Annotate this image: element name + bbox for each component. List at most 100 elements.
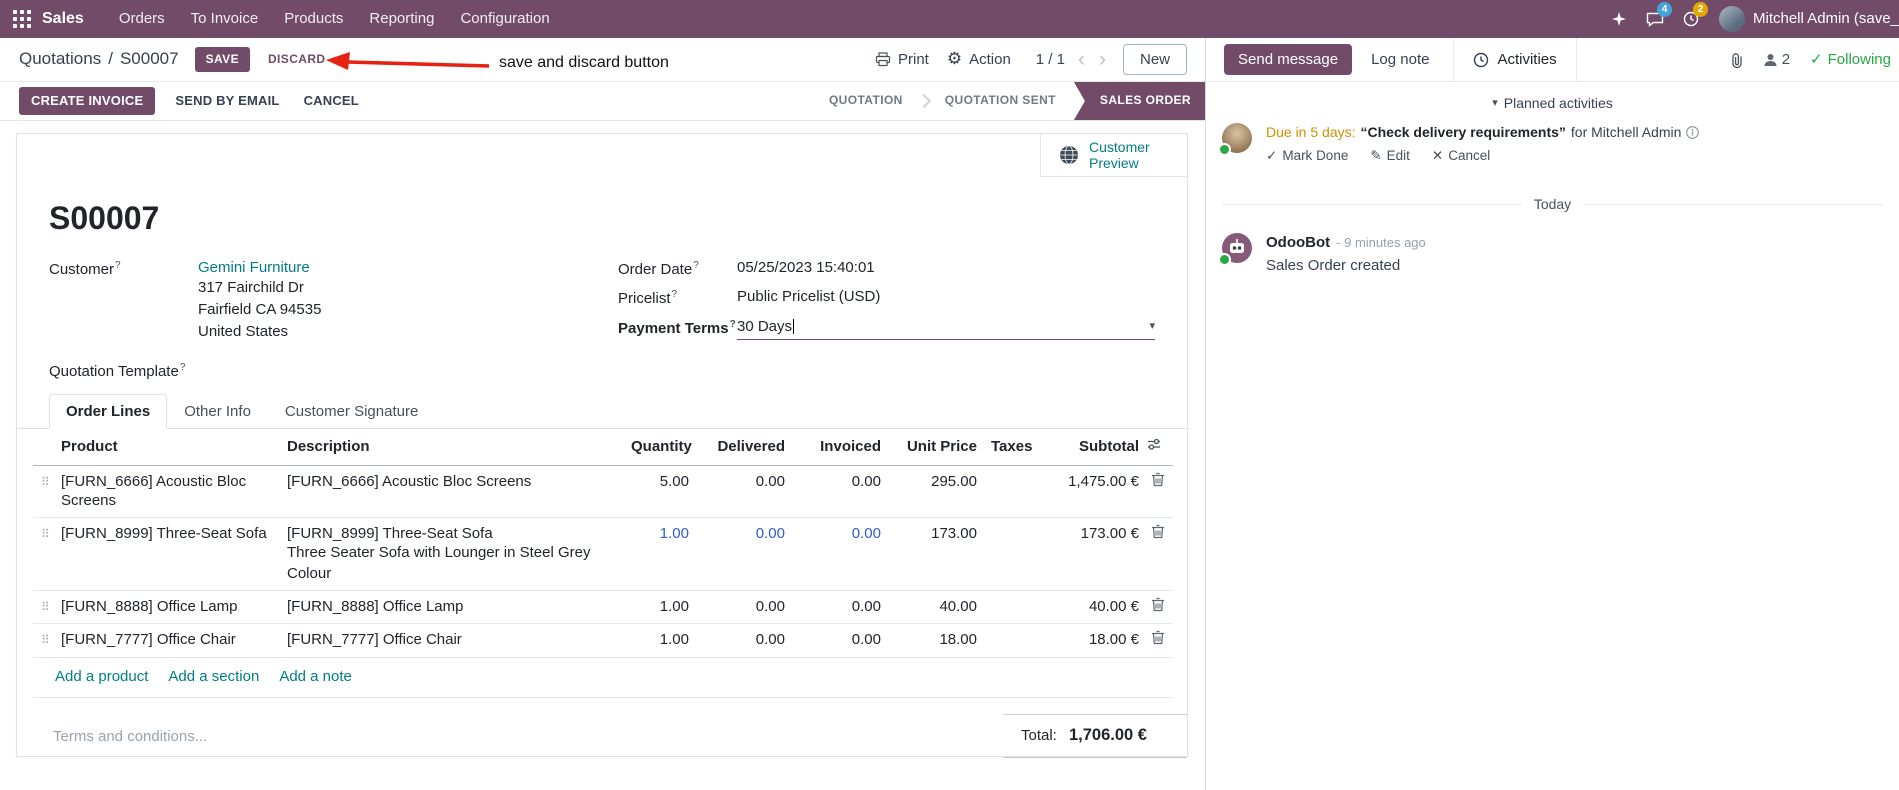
- globe-icon: [1060, 145, 1078, 165]
- dropdown-caret-icon[interactable]: ▾: [1149, 319, 1155, 333]
- following-button[interactable]: ✓ Following: [1810, 50, 1891, 70]
- delete-line-icon[interactable]: [1151, 472, 1165, 487]
- planned-activities-header[interactable]: ▾ Planned activities: [1206, 94, 1899, 112]
- caret-down-icon: ▾: [1492, 96, 1498, 109]
- app-name[interactable]: Sales: [42, 9, 84, 30]
- pager-previous-icon[interactable]: ‹: [1071, 49, 1092, 70]
- edit-activity-button[interactable]: ✎ Edit: [1370, 147, 1410, 165]
- col-product: Product: [57, 429, 283, 466]
- tab-customer-signature[interactable]: Customer Signature: [268, 394, 435, 430]
- delete-line-icon[interactable]: [1151, 597, 1165, 612]
- col-quantity: Quantity: [627, 429, 693, 466]
- order-lines-table: Product Description Quantity Delivered I…: [33, 429, 1173, 658]
- order-date-label: Order Date?: [618, 259, 699, 278]
- info-icon[interactable]: [1686, 125, 1700, 139]
- list-footer-links: Add a product Add a section Add a note: [33, 658, 1173, 699]
- messages-icon[interactable]: 4: [1637, 0, 1673, 38]
- payment-terms-input[interactable]: 30 Days ▾: [737, 317, 1155, 341]
- statusbar-stage[interactable]: SALES ORDER: [1073, 82, 1205, 120]
- apps-grid-icon[interactable]: [13, 10, 31, 28]
- order-line-row[interactable]: ⠿ [FURN_6666] Acoustic Bloc Screens [FUR…: [33, 465, 1173, 518]
- add-a-product-link[interactable]: Add a product: [55, 667, 148, 687]
- pager-counter: 1 / 1: [1035, 50, 1065, 68]
- navbar-right: 4 2 Mitchell Admin (save_discar: [1601, 0, 1899, 38]
- customer-preview-button[interactable]: Customer Preview: [1040, 134, 1187, 177]
- cell-delivered: 0.00: [693, 590, 789, 625]
- statusbar-stage[interactable]: QUOTATION: [821, 82, 911, 120]
- navbar-menu-item[interactable]: Products: [271, 0, 356, 38]
- clock-icon: [1474, 52, 1489, 67]
- cell-unit-price: 295.00: [885, 465, 981, 518]
- delete-line-icon[interactable]: [1151, 524, 1165, 539]
- user-menu[interactable]: Mitchell Admin (save_discar: [1709, 0, 1899, 38]
- cell-subtotal: 40.00 €: [1051, 590, 1143, 625]
- order-date-input[interactable]: 05/25/2023 15:40:01: [737, 258, 1155, 280]
- cell-delivered: 0.00: [693, 465, 789, 518]
- main-panel: Quotations / S00007 SAVE DISCARD save an…: [0, 38, 1205, 790]
- order-line-row[interactable]: ⠿ [FURN_8888] Office Lamp [FURN_8888] Of…: [33, 590, 1173, 625]
- print-button[interactable]: Print: [866, 46, 938, 74]
- cell-taxes: [981, 590, 1051, 625]
- paperclip-icon[interactable]: [1729, 52, 1743, 68]
- statusbar-button[interactable]: CANCEL: [300, 87, 363, 116]
- mark-done-button[interactable]: ✓ Mark Done: [1266, 147, 1348, 165]
- cell-invoiced: 0.00: [789, 623, 885, 658]
- activities-clock-icon[interactable]: 2: [1673, 0, 1709, 38]
- cell-unit-price: 40.00: [885, 590, 981, 625]
- customer-address: 317 Fairchild Dr Fairfield CA 94535 Unit…: [198, 279, 322, 340]
- add-a-note-link[interactable]: Add a note: [279, 667, 352, 687]
- drag-handle-icon[interactable]: ⠿: [37, 475, 50, 491]
- check-icon: ✓: [1810, 50, 1823, 68]
- send-message-button[interactable]: Send message: [1224, 43, 1353, 76]
- action-button[interactable]: ⚙ Action: [938, 44, 1020, 74]
- text-cursor: [793, 318, 795, 334]
- tab-other-info[interactable]: Other Info: [167, 394, 268, 430]
- add-a-section-link[interactable]: Add a section: [168, 667, 259, 687]
- field-customer: Customer? Gemini Furniture 317 Fairchild…: [49, 258, 618, 343]
- quotation-template-input[interactable]: [198, 360, 618, 382]
- cell-invoiced: 0.00: [789, 517, 885, 591]
- navbar-menu-item[interactable]: Reporting: [356, 0, 447, 38]
- pager-next-icon[interactable]: ›: [1092, 49, 1113, 70]
- navbar-menu-item[interactable]: To Invoice: [178, 0, 272, 38]
- cell-description: [FURN_7777] Office Chair: [283, 623, 627, 658]
- discard-button[interactable]: DISCARD: [268, 52, 325, 68]
- terms-and-conditions-field[interactable]: Terms and conditions...: [53, 714, 207, 747]
- customer-link[interactable]: Gemini Furniture: [198, 259, 310, 276]
- sparkle-icon[interactable]: [1601, 0, 1637, 38]
- save-button[interactable]: SAVE: [194, 46, 250, 73]
- message-author[interactable]: OdooBot: [1266, 233, 1330, 253]
- order-line-row[interactable]: ⠿ [FURN_8999] Three-Seat Sofa [FURN_8999…: [33, 517, 1173, 591]
- drag-handle-icon[interactable]: ⠿: [37, 527, 50, 543]
- cancel-activity-button[interactable]: ✕ Cancel: [1432, 147, 1490, 165]
- customer-label: Customer?: [49, 259, 121, 278]
- total-box: Total: 1,706.00 €: [1003, 714, 1187, 758]
- followers-button[interactable]: 2: [1763, 50, 1790, 70]
- pricelist-input[interactable]: Public Pricelist (USD): [737, 287, 1155, 309]
- pricelist-label: Pricelist?: [618, 289, 678, 308]
- field-pricelist: Pricelist? Public Pricelist (USD): [618, 287, 1155, 309]
- log-note-button[interactable]: Log note: [1371, 50, 1429, 70]
- record-title[interactable]: S00007: [49, 198, 1187, 240]
- new-button[interactable]: New: [1122, 43, 1187, 76]
- cell-quantity: 5.00: [627, 465, 693, 518]
- statusbar-button[interactable]: SEND BY EMAIL: [171, 87, 283, 116]
- cell-taxes: [981, 623, 1051, 658]
- navbar-menu-item[interactable]: Configuration: [447, 0, 562, 38]
- field-order-date: Order Date? 05/25/2023 15:40:01: [618, 258, 1155, 280]
- cell-delete: [1143, 517, 1173, 591]
- breadcrumb-quotations-link[interactable]: Quotations: [19, 48, 101, 70]
- navbar-menu-item[interactable]: Orders: [106, 0, 178, 38]
- delete-line-icon[interactable]: [1151, 630, 1165, 645]
- activities-tab[interactable]: Activities: [1453, 38, 1577, 81]
- cell-subtotal: 18.00 €: [1051, 623, 1143, 658]
- tab-order-lines[interactable]: Order Lines: [49, 393, 168, 430]
- drag-handle-icon[interactable]: ⠿: [37, 600, 50, 616]
- date-divider: Today: [1222, 195, 1884, 213]
- statusbar-button[interactable]: CREATE INVOICE: [19, 86, 156, 116]
- help-marker: ?: [671, 289, 678, 301]
- statusbar-stage[interactable]: QUOTATION SENT: [911, 82, 1064, 120]
- drag-handle-icon[interactable]: ⠿: [37, 633, 50, 649]
- order-line-row[interactable]: ⠿ [FURN_7777] Office Chair [FURN_7777] O…: [33, 623, 1173, 658]
- optional-columns-button[interactable]: [1143, 429, 1173, 466]
